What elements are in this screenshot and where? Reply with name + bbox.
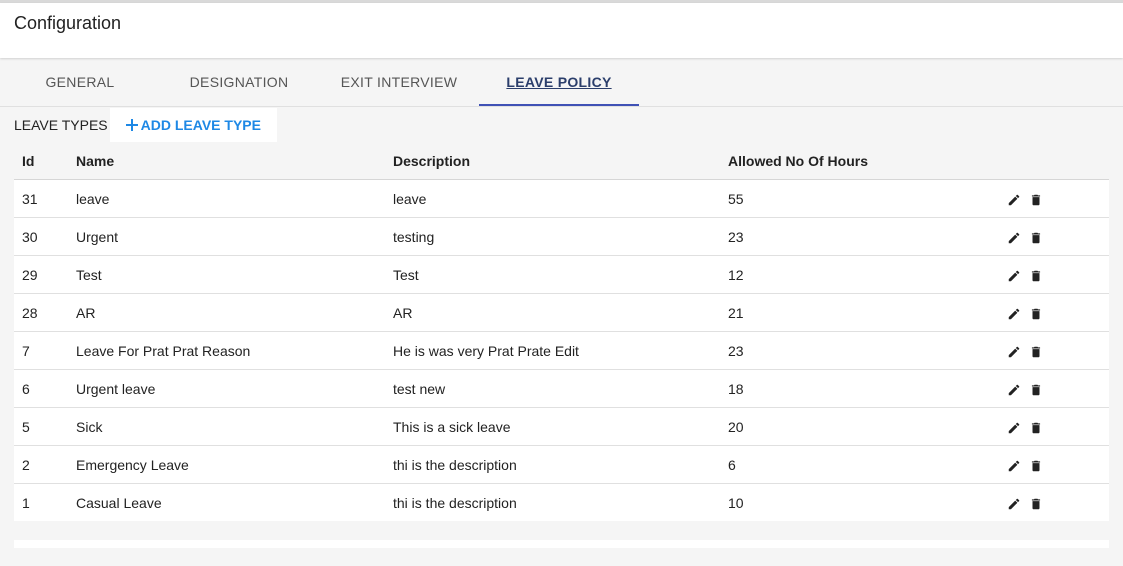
cell-name: AR xyxy=(68,293,385,332)
trash-icon[interactable] xyxy=(1029,459,1043,473)
cell-description: test new xyxy=(385,369,720,408)
table-row: 29 Test Test 12 xyxy=(14,255,1109,294)
trash-icon[interactable] xyxy=(1029,269,1043,283)
page-header: Configuration xyxy=(0,3,1123,58)
active-tab-indicator xyxy=(479,104,639,106)
cell-hours: 6 xyxy=(720,445,971,484)
trash-icon[interactable] xyxy=(1029,497,1043,511)
cell-description: leave xyxy=(385,179,720,218)
pencil-icon[interactable] xyxy=(1007,345,1021,359)
cell-actions xyxy=(971,179,1109,218)
tab-exit-interview[interactable]: EXIT INTERVIEW xyxy=(319,58,479,106)
cell-id: 28 xyxy=(14,293,68,332)
pencil-icon[interactable] xyxy=(1007,269,1021,283)
cell-id: 29 xyxy=(14,255,68,294)
table-row: 1 Casual Leave thi is the description 10 xyxy=(14,484,1109,522)
cell-name: Sick xyxy=(68,407,385,446)
trash-icon[interactable] xyxy=(1029,383,1043,397)
cell-name: Leave For Prat Prat Reason xyxy=(68,331,385,370)
cell-name: Test xyxy=(68,255,385,294)
trash-icon[interactable] xyxy=(1029,231,1043,245)
cell-actions xyxy=(971,331,1109,370)
pencil-icon[interactable] xyxy=(1007,307,1021,321)
header-hours: Allowed No Of Hours xyxy=(720,142,971,180)
table-row: 2 Emergency Leave thi is the description 6 xyxy=(14,445,1109,484)
cell-name: Urgent leave xyxy=(68,369,385,408)
cell-id: 2 xyxy=(14,445,68,484)
cell-description: AR xyxy=(385,293,720,332)
cell-hours: 55 xyxy=(720,179,971,218)
cell-id: 6 xyxy=(14,369,68,408)
cell-actions xyxy=(971,407,1109,446)
cell-name: Urgent xyxy=(68,217,385,256)
cell-hours: 20 xyxy=(720,407,971,446)
cell-hours: 10 xyxy=(728,494,744,511)
cell-hours: 23 xyxy=(720,331,971,370)
table-row: 30 Urgent testing 23 xyxy=(14,217,1109,256)
pencil-icon[interactable] xyxy=(1007,231,1021,245)
add-leave-type-label: ADD LEAVE TYPE xyxy=(140,117,261,133)
pencil-icon[interactable] xyxy=(1007,421,1021,435)
trash-icon[interactable] xyxy=(1029,307,1043,321)
table-row: 31 leave leave 55 xyxy=(14,179,1109,218)
cell-description: This is a sick leave xyxy=(385,407,720,446)
leave-types-label: LEAVE TYPES xyxy=(14,117,108,133)
cell-name: Emergency Leave xyxy=(68,445,385,484)
table-header-row: Id Name Description Allowed No Of Hours xyxy=(14,142,1109,180)
trash-icon[interactable] xyxy=(1029,345,1043,359)
cell-id: 7 xyxy=(14,331,68,370)
cell-id: 1 xyxy=(22,494,30,511)
tab-leave-policy[interactable]: LEAVE POLICY xyxy=(479,58,639,106)
table-row: 6 Urgent leave test new 18 xyxy=(14,369,1109,408)
cell-description: thi is the description xyxy=(385,445,720,484)
header-id: Id xyxy=(14,142,68,180)
cell-actions xyxy=(971,369,1109,408)
bottom-card-edge xyxy=(14,540,1109,548)
cell-description: testing xyxy=(385,217,720,256)
trash-icon[interactable] xyxy=(1029,421,1043,435)
cell-id: 31 xyxy=(14,179,68,218)
table-row: 5 Sick This is a sick leave 20 xyxy=(14,407,1109,446)
cell-description: Test xyxy=(385,255,720,294)
tab-designation[interactable]: DESIGNATION xyxy=(159,58,319,106)
cell-hours: 21 xyxy=(720,293,971,332)
cell-description: thi is the description xyxy=(393,494,517,511)
cell-actions xyxy=(971,445,1109,484)
leave-types-table: Id Name Description Allowed No Of Hours … xyxy=(14,142,1109,521)
page-title: Configuration xyxy=(14,13,122,33)
pencil-icon[interactable] xyxy=(1007,459,1021,473)
header-name: Name xyxy=(68,142,385,180)
cell-actions xyxy=(971,255,1109,294)
cell-description: He is was very Prat Prate Edit xyxy=(385,331,720,370)
cell-id: 30 xyxy=(14,217,68,256)
header-description: Description xyxy=(385,142,720,180)
cell-hours: 18 xyxy=(720,369,971,408)
pencil-icon[interactable] xyxy=(1007,497,1021,511)
pencil-icon[interactable] xyxy=(1007,383,1021,397)
header-actions xyxy=(971,142,1109,180)
cell-hours: 23 xyxy=(720,217,971,256)
pencil-icon[interactable] xyxy=(1007,193,1021,207)
tab-general[interactable]: GENERAL xyxy=(0,58,160,106)
cell-actions xyxy=(971,484,1109,522)
plus-icon xyxy=(125,119,138,131)
leave-types-toolbar: LEAVE TYPES ADD LEAVE TYPE xyxy=(14,108,277,142)
cell-name: leave xyxy=(68,179,385,218)
cell-hours: 12 xyxy=(720,255,971,294)
cell-name: Casual Leave xyxy=(76,494,162,511)
tab-bar: GENERAL DESIGNATION EXIT INTERVIEW LEAVE… xyxy=(0,58,1123,107)
trash-icon[interactable] xyxy=(1029,193,1043,207)
cell-actions xyxy=(971,217,1109,256)
table-row: 28 AR AR 21 xyxy=(14,293,1109,332)
cell-id: 5 xyxy=(14,407,68,446)
cell-actions xyxy=(971,293,1109,332)
add-leave-type-button[interactable]: ADD LEAVE TYPE xyxy=(109,108,277,142)
table-row: 7 Leave For Prat Prat Reason He is was ver… xyxy=(14,331,1109,370)
